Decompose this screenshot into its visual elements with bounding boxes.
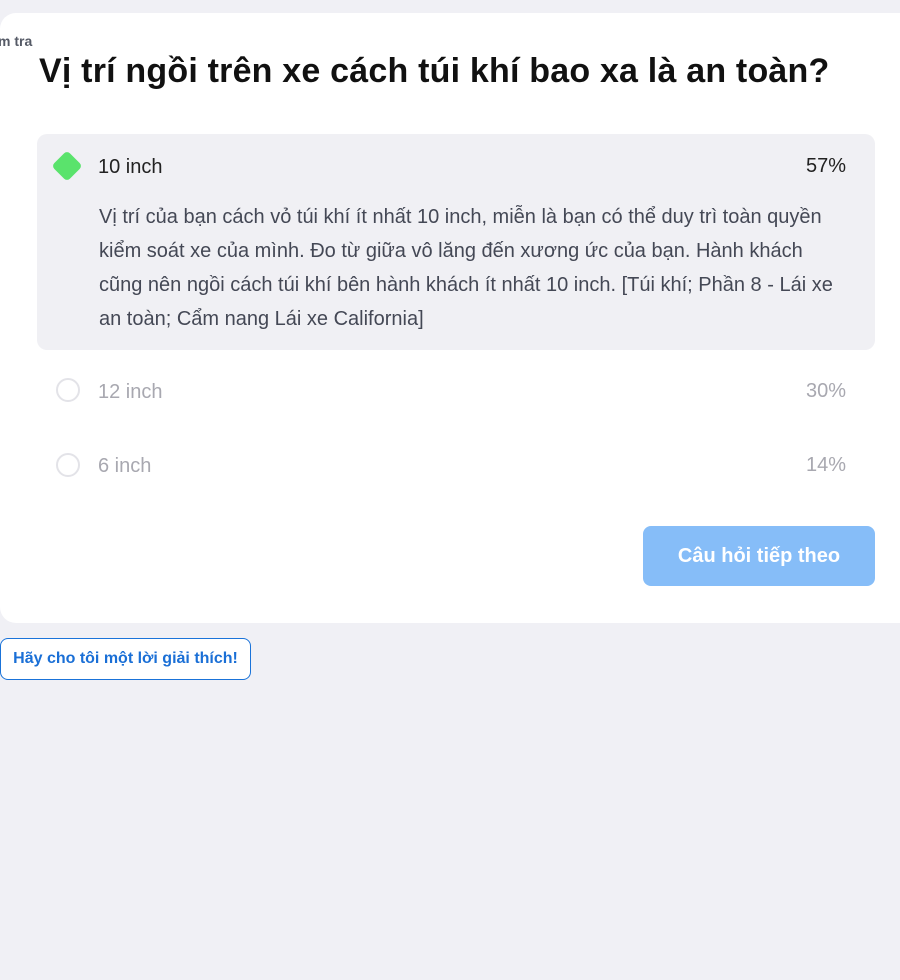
answer-option-percent: 57% [805,155,846,177]
answer-explanation: Vị trí của bạn cách vỏ túi khí ít nhất 1… [99,206,833,330]
answer-option-percent: 14% [805,454,846,476]
answer-radio-button[interactable] [56,453,80,477]
breadcrumb: m tra [0,33,33,49]
answer-option-percent: 30% [805,380,846,402]
answer-option-label[interactable]: 6 inch [98,455,151,478]
answer-radio-button[interactable] [56,378,80,402]
question-title: Vị trí ngồi trên xe cách túi khí bao xa … [39,52,830,90]
next-question-button[interactable]: Câu hỏi tiếp theo [643,526,875,586]
answer-option-label[interactable]: 12 inch [98,381,163,404]
answer-option-label: 10 inch [98,156,163,178]
explain-button[interactable]: Hãy cho tôi một lời giải thích! [0,638,251,680]
